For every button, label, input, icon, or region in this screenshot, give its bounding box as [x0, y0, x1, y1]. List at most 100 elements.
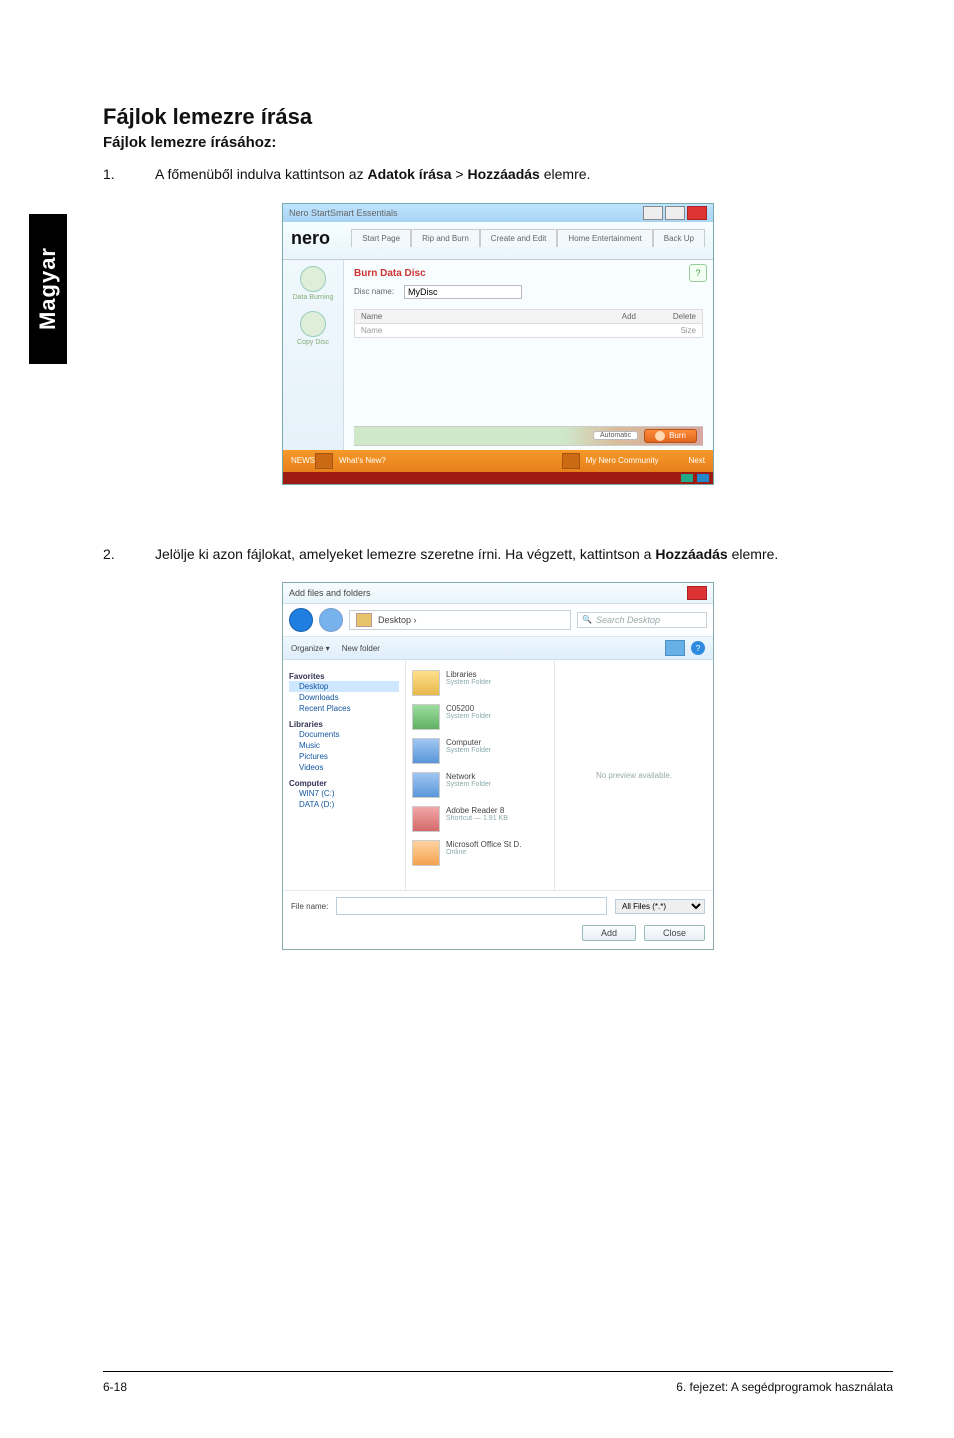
- figure-file-dialog: Add files and folders Desktop › Search D…: [282, 582, 714, 950]
- news-label: NEWS: [291, 456, 315, 465]
- tile-sub: Online: [446, 849, 521, 856]
- nero-titlebar: Nero StartSmart Essentials: [283, 204, 713, 222]
- nav-group-libraries: Libraries: [289, 720, 399, 729]
- list-item[interactable]: C05200System Folder: [410, 700, 550, 734]
- nero-tab[interactable]: Back Up: [653, 229, 705, 247]
- breadcrumb-text: Desktop ›: [378, 615, 417, 625]
- new-folder-button[interactable]: New folder: [342, 644, 380, 653]
- tile-sub: System Folder: [446, 747, 491, 754]
- tile-title: Libraries: [446, 670, 491, 679]
- file-type-select[interactable]: All Files (*.*): [615, 899, 705, 914]
- disc-name-input[interactable]: [404, 285, 522, 299]
- disc-name-label: Disc name:: [354, 287, 394, 296]
- maximize-icon[interactable]: [665, 206, 685, 220]
- step-2: 2. Jelölje ki azon fájlokat, amelyeket l…: [103, 545, 893, 565]
- dialog-title: Add files and folders: [289, 588, 371, 598]
- preview-pane: No preview available.: [555, 660, 713, 890]
- nero-window-title: Nero StartSmart Essentials: [289, 208, 398, 218]
- burn-button[interactable]: Burn: [644, 429, 697, 443]
- step-1: 1. A főmenüből indulva kattintson az Ada…: [103, 165, 893, 185]
- dialog-body: Favorites Desktop Downloads Recent Place…: [283, 660, 713, 890]
- nero-side-item[interactable]: Data Burning: [293, 266, 334, 301]
- col-name: Name: [355, 310, 532, 323]
- step-1-post: elemre.: [540, 166, 591, 182]
- organize-button[interactable]: Organize ▾: [291, 644, 330, 653]
- list-item[interactable]: Microsoft Office St D.Online: [410, 836, 550, 870]
- file-list-header: Name Add Delete: [354, 309, 703, 324]
- side-language-tab: Magyar: [29, 214, 67, 364]
- subcol-name: Name: [355, 324, 532, 337]
- window-controls: [687, 586, 707, 600]
- nav-item-recent[interactable]: Recent Places: [289, 703, 399, 714]
- add-button[interactable]: Add: [582, 925, 636, 941]
- step-2-b1: Hozzáadás: [655, 546, 727, 562]
- nero-tab[interactable]: Home Entertainment: [557, 229, 652, 247]
- news-next[interactable]: Next: [689, 456, 705, 465]
- dialog-nav: Favorites Desktop Downloads Recent Place…: [283, 660, 406, 890]
- file-list-empty: [354, 338, 703, 426]
- close-button[interactable]: Close: [644, 925, 705, 941]
- news-community[interactable]: My Nero Community: [586, 456, 659, 465]
- file-name-label: File name:: [291, 902, 328, 911]
- burn-label: Burn: [669, 431, 686, 440]
- user-icon: [412, 704, 440, 730]
- page-title: Fájlok lemezre írása: [103, 104, 893, 130]
- nero-logo: nero: [291, 228, 330, 249]
- dialog-file-list: LibrariesSystem Folder C05200System Fold…: [406, 660, 555, 890]
- nav-item-pictures[interactable]: Pictures: [289, 751, 399, 762]
- window-controls: [643, 206, 707, 220]
- network-icon: [412, 772, 440, 798]
- list-item[interactable]: NetworkSystem Folder: [410, 768, 550, 802]
- folder-icon: [412, 670, 440, 696]
- nero-main: ? Burn Data Disc Disc name: Name Add Del…: [344, 260, 713, 450]
- rss-icon[interactable]: [315, 453, 333, 469]
- nav-item-drive-d[interactable]: DATA (D:): [289, 799, 399, 810]
- nero-tab[interactable]: Create and Edit: [480, 229, 558, 247]
- add-button[interactable]: Add: [582, 310, 642, 323]
- help-icon[interactable]: ?: [689, 264, 707, 282]
- gauge-mode[interactable]: Automatic: [593, 431, 638, 440]
- nero-tab[interactable]: Start Page: [351, 229, 411, 247]
- pdf-icon: [412, 806, 440, 832]
- computer-icon: [412, 738, 440, 764]
- tile-title: Adobe Reader 8: [446, 806, 508, 815]
- nav-back-icon[interactable]: [289, 608, 313, 632]
- col-spacer: [532, 310, 582, 323]
- minimize-icon[interactable]: [643, 206, 663, 220]
- nero-tab[interactable]: Rip and Burn: [411, 229, 480, 247]
- view-mode-button[interactable]: [665, 640, 685, 656]
- step-1-b1: Adatok írása: [367, 166, 451, 182]
- side-language-label: Magyar: [35, 247, 61, 330]
- search-input[interactable]: Search Desktop: [577, 612, 707, 628]
- nero-side-item[interactable]: Copy Disc: [297, 311, 329, 346]
- step-1-number: 1.: [103, 165, 121, 185]
- nero-side-label: Data Burning: [293, 294, 334, 301]
- rss-icon[interactable]: [562, 453, 580, 469]
- nav-item-videos[interactable]: Videos: [289, 762, 399, 773]
- step-2-text: Jelölje ki azon fájlokat, amelyeket leme…: [155, 545, 778, 565]
- nero-sidebar: Data Burning Copy Disc: [283, 260, 344, 450]
- news-whats-new[interactable]: What's New?: [339, 456, 386, 465]
- step-1-b2: Hozzáadás: [467, 166, 539, 182]
- page-footer: 6-18 6. fejezet: A segédprogramok haszná…: [103, 1380, 893, 1394]
- file-name-input[interactable]: [336, 897, 607, 915]
- nav-forward-icon[interactable]: [319, 608, 343, 632]
- office-icon: [412, 840, 440, 866]
- nav-item-drive-c[interactable]: WIN7 (C:): [289, 788, 399, 799]
- nero-header: nero Start Page Rip and Burn Create and …: [283, 222, 713, 260]
- delete-button[interactable]: Delete: [642, 310, 702, 323]
- nav-item-music[interactable]: Music: [289, 740, 399, 751]
- nav-item-documents[interactable]: Documents: [289, 729, 399, 740]
- breadcrumb[interactable]: Desktop ›: [349, 610, 571, 630]
- disc-name-row: Disc name:: [354, 285, 703, 299]
- close-icon[interactable]: [687, 206, 707, 220]
- close-icon[interactable]: [687, 586, 707, 600]
- nav-item-downloads[interactable]: Downloads: [289, 692, 399, 703]
- nav-item-desktop[interactable]: Desktop: [289, 681, 399, 692]
- tile-sub: System Folder: [446, 679, 491, 686]
- list-item[interactable]: ComputerSystem Folder: [410, 734, 550, 768]
- footer-page-number: 6-18: [103, 1380, 127, 1394]
- list-item[interactable]: Adobe Reader 8Shortcut — 1.91 KB: [410, 802, 550, 836]
- help-icon[interactable]: ?: [691, 641, 705, 655]
- list-item[interactable]: LibrariesSystem Folder: [410, 666, 550, 700]
